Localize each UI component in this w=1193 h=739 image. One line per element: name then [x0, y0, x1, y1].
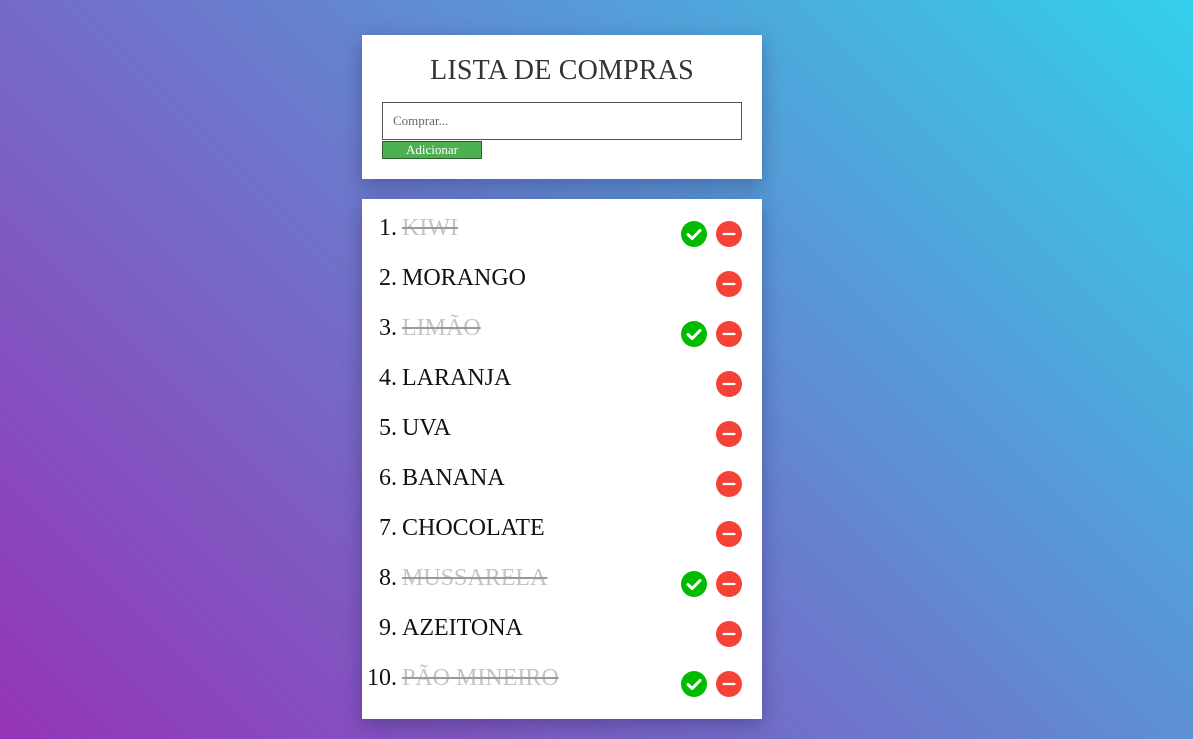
list-item: 7. CHOCOLATE	[362, 507, 762, 547]
minus-circle-icon[interactable]	[716, 671, 742, 697]
item-number: 10.	[367, 665, 397, 691]
item-number: 9.	[379, 615, 397, 641]
check-circle-icon[interactable]	[681, 221, 707, 247]
item-label: MUSSARELA	[402, 565, 548, 591]
minus-circle-icon[interactable]	[716, 521, 742, 547]
list-item: 4. LARANJA	[362, 357, 762, 397]
check-circle-icon[interactable]	[681, 671, 707, 697]
minus-circle-icon[interactable]	[716, 621, 742, 647]
item-label: BANANA	[402, 465, 505, 491]
minus-circle-icon[interactable]	[716, 421, 742, 447]
list-item: 3. LIMÃO	[362, 307, 762, 347]
item-number: 7.	[379, 515, 397, 541]
minus-circle-icon[interactable]	[716, 271, 742, 297]
list-item: 5. UVA	[362, 407, 762, 447]
add-item-card: LISTA DE COMPRAS Adicionar	[362, 35, 762, 179]
item-label: AZEITONA	[402, 615, 523, 641]
list-item: 1. KIWI	[362, 207, 762, 247]
item-label: PÃO MINEIRO	[402, 665, 559, 691]
list-item: 9. AZEITONA	[362, 607, 762, 647]
list-item: 6. BANANA	[362, 457, 762, 497]
item-number: 5.	[379, 415, 397, 441]
item-number: 2.	[379, 265, 397, 291]
item-number: 4.	[379, 365, 397, 391]
check-circle-icon[interactable]	[681, 321, 707, 347]
item-label: CHOCOLATE	[402, 515, 545, 541]
item-number: 8.	[379, 565, 397, 591]
minus-circle-icon[interactable]	[716, 571, 742, 597]
minus-circle-icon[interactable]	[716, 471, 742, 497]
item-label: MORANGO	[402, 265, 527, 291]
add-button[interactable]: Adicionar	[382, 141, 482, 159]
list-item: 2. MORANGO	[362, 257, 762, 297]
item-label: LARANJA	[402, 365, 512, 391]
item-number: 6.	[379, 465, 397, 491]
check-circle-icon[interactable]	[681, 571, 707, 597]
minus-circle-icon[interactable]	[716, 321, 742, 347]
item-label: KIWI	[402, 215, 458, 241]
list-item: 8. MUSSARELA	[362, 557, 762, 597]
item-number: 1.	[379, 215, 397, 241]
item-number: 3.	[379, 315, 397, 341]
shopping-list-card: 1. KIWI 2. MORANGO 3. LIMÃO 4. LARANJA 5. UVA 6. BA…	[362, 199, 762, 719]
minus-circle-icon[interactable]	[716, 221, 742, 247]
page-title: LISTA DE COMPRAS	[430, 55, 694, 86]
item-label: LIMÃO	[402, 315, 481, 341]
list-item: 10. PÃO MINEIRO	[362, 657, 762, 697]
minus-circle-icon[interactable]	[716, 371, 742, 397]
item-input[interactable]	[382, 102, 742, 140]
item-label: UVA	[402, 415, 451, 441]
